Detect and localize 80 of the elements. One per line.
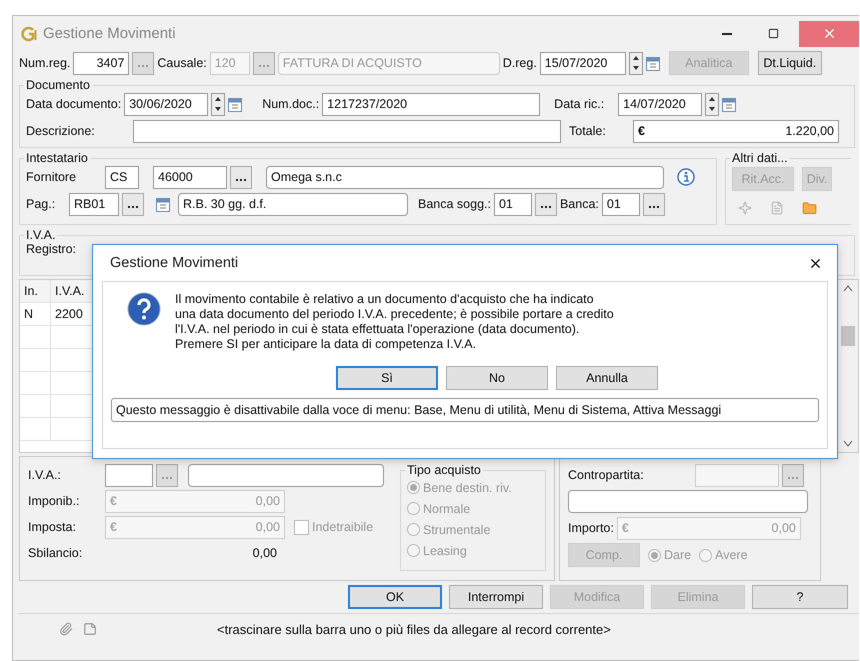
maximize-icon [768, 28, 778, 39]
causale-label: Causale: [157, 56, 207, 70]
contropartita-field[interactable] [695, 464, 779, 486]
info-field: Questo messaggio è disattivabile dalla voce di menu: Base, Menu di utilità, Menu di Sistema, Attiva Messaggi [111, 398, 819, 422]
scroll-up-icon[interactable] [843, 284, 853, 292]
d-reg-field[interactable]: 15/07/2020 [540, 52, 626, 74]
header-button[interactable]: Dt.Liquid. [758, 51, 822, 75]
status-hint: <trascinare sulla barra uno o più files da allegare al record corrente> [217, 622, 611, 636]
contropartita-label: Contropartita: [568, 468, 645, 482]
browse-button[interactable] [122, 192, 144, 216]
data-documento-field[interactable]: 30/06/2020 [124, 92, 208, 116]
d-reg-label: D.reg. [502, 56, 537, 70]
scroll-thumb[interactable] [841, 326, 855, 346]
imponib-label: Imponib.: [28, 494, 80, 508]
fornitore-type-field[interactable]: CS [105, 166, 139, 188]
note-icon[interactable] [83, 622, 97, 636]
pag-field[interactable]: RB01 [69, 192, 119, 216]
sbilancio-value: 0,00 [252, 546, 277, 560]
browse-button[interactable] [230, 166, 252, 188]
iva-label: I.V.A.: [28, 468, 62, 482]
action-button[interactable]: ? [752, 585, 848, 609]
group-title: Tipo acquisto [406, 463, 482, 477]
spin-buttons[interactable] [705, 92, 720, 116]
totale-label: Totale: [569, 124, 607, 138]
calendar-icon[interactable] [156, 196, 170, 212]
group-title: Altri dati... [731, 151, 789, 165]
totale-field[interactable]: € 1.220,00 [633, 120, 839, 142]
spin-buttons[interactable] [211, 92, 226, 116]
browse-button[interactable] [534, 192, 557, 216]
banca-label: Banca: [560, 197, 599, 211]
num-doc-label: Num.doc.: [262, 97, 320, 111]
fornitore-code-field[interactable]: 46000 [153, 166, 227, 188]
sparkle-icon[interactable] [738, 201, 752, 215]
num-reg-field[interactable]: 3407 [73, 52, 130, 74]
banca-field[interactable]: 01 [602, 192, 640, 216]
imposta-label: Imposta: [28, 520, 77, 534]
banca-sogg-field[interactable]: 01 [494, 192, 532, 216]
dialog-title: Gestione Movimenti [110, 255, 240, 271]
sbilancio-label: Sbilancio: [28, 546, 84, 560]
scroll-down-icon[interactable] [843, 440, 853, 448]
data-ric-field[interactable]: 14/07/2020 [618, 92, 702, 116]
pag-description-field[interactable]: R.B. 30 gg. d.f. [178, 192, 408, 216]
window-title: Gestione Movimenti [43, 25, 177, 42]
fornitore-name-field[interactable]: Omega s.n.c [266, 166, 664, 188]
banca-sogg-label: Banca sogg.: [418, 197, 491, 211]
group-title: I.V.A. [25, 228, 56, 242]
iva-description-field[interactable] [188, 464, 384, 486]
iva-code-field[interactable] [105, 464, 153, 486]
question-icon [127, 292, 161, 326]
group-title: Intestatario [25, 151, 89, 165]
pag-label: Pag.: [26, 197, 56, 211]
document-icon[interactable] [770, 201, 784, 215]
action-button[interactable]: OK [348, 585, 442, 609]
descrizione-label: Descrizione: [26, 124, 96, 138]
minimize-icon [722, 32, 732, 34]
app-logo-icon [21, 26, 37, 42]
column-header: In. [20, 280, 51, 302]
fornitore-label: Fornitore [26, 170, 78, 184]
scrollbar[interactable] [838, 280, 858, 452]
dialog-button[interactable]: Sì [336, 366, 438, 390]
importo-label: Importo: [568, 521, 614, 535]
group-title: Documento [25, 78, 91, 92]
descrizione-field[interactable] [133, 120, 561, 142]
dialog-button[interactable]: No [446, 366, 548, 390]
browse-button[interactable] [642, 192, 665, 216]
contropartita-description-field[interactable] [568, 490, 808, 513]
folder-icon[interactable] [802, 200, 817, 216]
data-documento-label: Data documento: [26, 97, 122, 111]
paperclip-icon[interactable] [59, 622, 73, 636]
dialog-button[interactable]: Annulla [556, 366, 658, 390]
registro-label: Registro: [26, 242, 78, 256]
table-cell: N [20, 303, 51, 325]
dialog-message: Il movimento contabile è relativo a un documento d'acquisto che ha indicato una data documento del periodo I.V.A. precedente; è possibile portare a credito l'I.V.A. nel periodo in cui è stata effettuata l'operazione (data documento). Premere SI per anticipare la data di competenza I.V.A. [175, 292, 614, 352]
close-button[interactable] [799, 20, 859, 46]
action-button[interactable]: Interrompi [449, 585, 543, 609]
num-doc-field[interactable]: 1217237/2020 [322, 92, 540, 116]
info-icon[interactable] [677, 168, 695, 186]
data-ric-label: Data ric.: [554, 97, 606, 111]
spin-buttons[interactable] [628, 52, 643, 74]
num-reg-label: Num.reg. [19, 56, 70, 70]
